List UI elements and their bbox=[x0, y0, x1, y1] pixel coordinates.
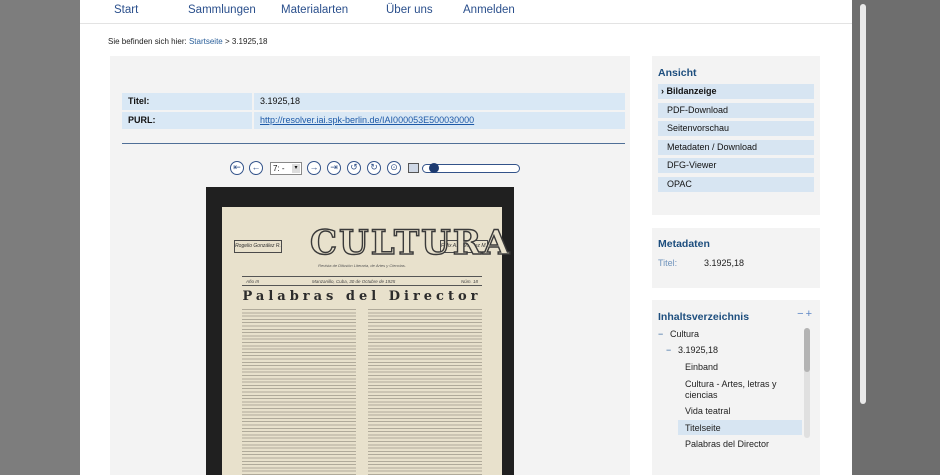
breadcrumb-prefix: Sie befinden sich hier: bbox=[108, 37, 187, 46]
toc-item-issue[interactable]: 3.1925,18 bbox=[678, 345, 718, 356]
view-metadaten-download[interactable]: Metadaten / Download bbox=[658, 140, 814, 155]
scan-issue-right: Núm. 18 bbox=[460, 279, 478, 284]
window-background-left bbox=[0, 0, 80, 475]
metadaten-title: Metadaten bbox=[658, 238, 710, 250]
zoom-slider-handle[interactable] bbox=[429, 163, 440, 173]
metadaten-value: 3.1925,18 bbox=[704, 258, 745, 268]
toc-item-titelseite[interactable]: Titelseite bbox=[685, 423, 721, 434]
toc-box: Inhaltsverzeichnis −+ − Cultura − 3.1925… bbox=[652, 300, 820, 475]
nav-materialarten[interactable]: Materialarten bbox=[281, 4, 348, 16]
toc-scrollbar[interactable] bbox=[804, 328, 810, 438]
toc-item-vida-teatral[interactable]: Vida teatral bbox=[685, 406, 730, 417]
toc-collapse-icon[interactable]: − bbox=[666, 345, 671, 356]
toc-title: Inhaltsverzeichnis bbox=[658, 311, 750, 323]
scan-headline: Palabras del Director bbox=[242, 289, 482, 304]
purl-row: PURL: http://resolver.iai.spk-berlin.de/… bbox=[122, 112, 625, 129]
toc-expand-collapse-controls[interactable]: −+ bbox=[797, 308, 814, 320]
toc-collapse-icon[interactable]: − bbox=[658, 329, 663, 340]
metadaten-box: Metadaten Titel: 3.1925,18 bbox=[652, 228, 820, 288]
rotate-left-icon[interactable]: ↺ bbox=[347, 161, 361, 175]
page: Start Sammlungen Materialarten Über uns … bbox=[80, 0, 852, 475]
scan-text-column-right bbox=[368, 309, 482, 475]
scan-issue-mid: Manzanillo, Cuba, 30 de Octubre de 1925 bbox=[312, 279, 396, 284]
window-background-right bbox=[852, 0, 940, 475]
breadcrumb-current: > 3.1925,18 bbox=[224, 37, 268, 46]
zoom-slider[interactable] bbox=[422, 163, 520, 173]
zoom-image-icon bbox=[408, 163, 419, 173]
first-page-icon[interactable]: ⇤ bbox=[230, 161, 244, 175]
metadaten-key: Titel: bbox=[658, 258, 678, 268]
chevron-down-icon: ▾ bbox=[292, 164, 300, 173]
scan-issue-bar: Año III Manzanillo, Cuba, 30 de Octubre … bbox=[242, 276, 482, 286]
purl-label: PURL: bbox=[128, 115, 156, 125]
view-dfg-viewer[interactable]: DFG-Viewer bbox=[658, 158, 814, 173]
scan-text-column-left bbox=[242, 309, 356, 475]
page-select[interactable]: 7: - ▾ bbox=[270, 162, 302, 175]
view-opac[interactable]: OPAC bbox=[658, 177, 814, 192]
title-row: Titel: 3.1925,18 bbox=[122, 93, 625, 110]
toc-item-palabras[interactable]: Palabras del Director bbox=[685, 439, 769, 450]
purl-link[interactable]: http://resolver.iai.spk-berlin.de/IAI000… bbox=[254, 112, 625, 129]
scan-masthead: CULTURA bbox=[309, 222, 512, 263]
view-bildanzeige[interactable]: › Bildanzeige bbox=[658, 84, 814, 99]
viewer-panel: Titel: 3.1925,18 PURL: http://resolver.i… bbox=[110, 56, 630, 475]
reset-view-icon[interactable]: ⊙ bbox=[387, 161, 401, 175]
previous-page-icon[interactable]: ← bbox=[249, 161, 263, 175]
nav-anmelden[interactable]: Anmelden bbox=[463, 4, 515, 16]
toc-scrollbar-thumb[interactable] bbox=[804, 328, 810, 372]
scan-issue-left: Año III bbox=[246, 279, 260, 284]
page-scrollbar[interactable] bbox=[860, 4, 866, 404]
scan-subtitle: Revista de Difusión Literaria, de Artes … bbox=[318, 263, 406, 268]
toc-item-cultura[interactable]: Cultura bbox=[670, 329, 699, 340]
scan-name-left: Rogelio González R. bbox=[234, 240, 282, 253]
breadcrumb: Sie befinden sich hier: Startseite > 3.1… bbox=[108, 37, 267, 46]
toc-item-cultura-artes[interactable]: Cultura - Artes, letras y ciencias bbox=[685, 379, 797, 401]
rotate-right-icon[interactable]: ↻ bbox=[367, 161, 381, 175]
title-value: 3.1925,18 bbox=[254, 93, 625, 110]
page-scan-image[interactable]: Rogelio González R. Félix A. González M.… bbox=[206, 187, 514, 475]
metadaten-row: Titel: 3.1925,18 bbox=[658, 258, 744, 268]
divider bbox=[122, 143, 625, 144]
nav-ueber-uns[interactable]: Über uns bbox=[386, 4, 433, 16]
title-label: Titel: bbox=[128, 96, 150, 106]
view-seitenvorschau[interactable]: Seitenvorschau bbox=[658, 121, 814, 136]
nav-sammlungen[interactable]: Sammlungen bbox=[188, 4, 256, 16]
ansicht-box: Ansicht › Bildanzeige PDF-Download Seite… bbox=[652, 56, 820, 215]
nav-start[interactable]: Start bbox=[114, 4, 138, 16]
next-page-icon[interactable]: → bbox=[307, 161, 321, 175]
ansicht-title: Ansicht bbox=[658, 67, 697, 79]
viewer-toolbar: ⇤ ← 7: - ▾ → ⇥ ↺ ↻ ⊙ bbox=[230, 160, 530, 178]
breadcrumb-home-link[interactable]: Startseite bbox=[189, 37, 223, 46]
page-select-value: 7: - bbox=[273, 164, 285, 173]
top-navigation: Start Sammlungen Materialarten Über uns … bbox=[80, 0, 852, 24]
last-page-icon[interactable]: ⇥ bbox=[327, 161, 341, 175]
toc-item-einband[interactable]: Einband bbox=[685, 362, 718, 373]
view-pdf-download[interactable]: PDF-Download bbox=[658, 103, 814, 118]
newspaper-page: Rogelio González R. Félix A. González M.… bbox=[222, 207, 510, 475]
